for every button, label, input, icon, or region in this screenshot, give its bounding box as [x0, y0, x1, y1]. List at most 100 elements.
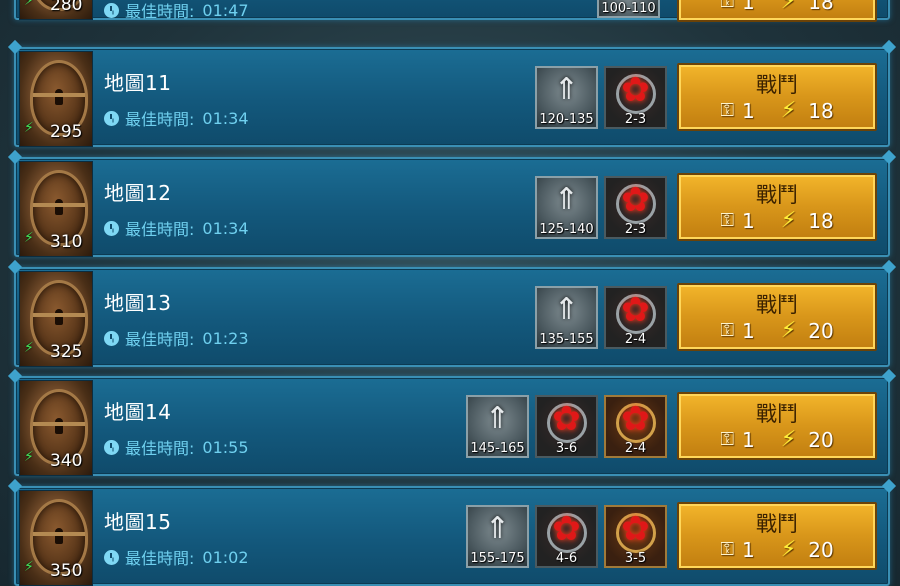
enemy-requirement[interactable]: ✿ 2-3	[604, 176, 667, 239]
level-chevron-icon: ⇑	[484, 401, 511, 436]
map-power: 310	[50, 232, 83, 252]
best-time-value: 01:02	[202, 547, 249, 567]
fight-cost: ⚿ 1 ⚡ 20	[679, 537, 875, 562]
key-cost: 1	[742, 0, 755, 14]
enemy-count: 2-3	[624, 222, 647, 237]
level-requirement[interactable]: ⇑ 145-165	[466, 395, 529, 458]
fight-label: 戰鬥	[756, 402, 798, 426]
fight-button[interactable]: 戰鬥 ⚿ 1 ⚡ 20	[677, 502, 877, 570]
enemy-requirement[interactable]: ✿ 2-4	[604, 286, 667, 349]
map-portrait: ⚡ 325	[19, 271, 93, 367]
best-time-label: 最佳時間:	[125, 549, 195, 568]
level-chevron-icon: ⇑	[553, 292, 580, 327]
enemy-count: 3-5	[624, 551, 647, 566]
lightning-bolt-icon: ⚡	[780, 427, 797, 452]
red-flower-enemy-icon: ✿	[621, 70, 650, 110]
fight-button[interactable]: 戰鬥 ⚿ 1 ⚡ 20	[677, 392, 877, 460]
map-power: 325	[50, 342, 83, 362]
requirement-icons: ⇑ 145-165 ✿ 3-6 ✿ 2-4	[466, 395, 667, 458]
map-row[interactable]: ⚡ 325 地圖13 最佳時間: 01:23 ⇑ 135-155 ✿ 2-4 戰…	[14, 267, 890, 367]
map-row[interactable]: ⚡ 310 地圖12 最佳時間: 01:34 ⇑ 125-140 ✿ 2-3 戰…	[14, 157, 890, 257]
fight-cost: ⚿ 1 ⚡ 20	[679, 427, 875, 452]
best-time: 最佳時間: 01:55	[104, 435, 249, 459]
enemy-requirement[interactable]: ✿ 3-6	[535, 395, 598, 458]
map-power: 295	[50, 122, 83, 142]
map-row[interactable]: ⚡ 340 地圖14 最佳時間: 01:55 ⇑ 145-165 ✿ 3-6 ✿…	[14, 376, 890, 476]
level-chevron-icon: ⇑	[553, 72, 580, 107]
fight-button[interactable]: 戰鬥 ⚿ 1 ⚡ 18	[677, 173, 877, 241]
fight-cost: ⚿ 1 ⚡ 18	[679, 208, 875, 233]
best-time-label: 最佳時間:	[125, 330, 195, 349]
fight-cost: ⚿ 1 ⚡ 20	[679, 318, 875, 343]
enemy-count: 4-6	[555, 551, 578, 566]
map-power: 350	[50, 561, 83, 581]
key-icon: ⚿	[720, 0, 735, 12]
energy-cost: 20	[808, 537, 834, 562]
clock-icon	[104, 330, 119, 346]
lightning-bolt-icon: ⚡	[780, 98, 797, 123]
key-cost: 1	[742, 318, 755, 343]
lightning-bolt-icon: ⚡	[780, 537, 797, 562]
fight-button[interactable]: 戰鬥 ⚿ 1 ⚡ 18	[677, 63, 877, 131]
power-bolt-icon: ⚡	[24, 0, 34, 9]
level-requirement[interactable]: ⇑ 125-140	[535, 176, 598, 239]
level-chevron-icon: ⇑	[553, 182, 580, 217]
red-flower-enemy-icon: ✿	[552, 509, 581, 549]
enemy-requirement[interactable]: ✿ 4-6	[535, 505, 598, 568]
clock-icon	[104, 549, 119, 565]
map-title: 地圖11	[104, 71, 172, 95]
energy-cost: 18	[808, 0, 834, 14]
energy-cost: 20	[808, 318, 834, 343]
key-cost: 1	[742, 427, 755, 452]
level-requirement[interactable]: ⇑ 135-155	[535, 286, 598, 349]
power-bolt-icon: ⚡	[24, 120, 34, 136]
requirement-icons: ⇑ 120-135 ✿ 2-3	[535, 66, 667, 129]
enemy-requirement[interactable]: ✿ 3-5	[604, 505, 667, 568]
map-row-partial[interactable]: ⚡ 280 最佳時間: 01:47 100-110 ⚿ 1 ⚡ 18	[14, 0, 890, 22]
fight-label: 戰鬥	[756, 73, 798, 97]
map-power: 340	[50, 451, 83, 471]
fight-label: 戰鬥	[756, 512, 798, 536]
level-range: 135-155	[539, 332, 594, 347]
best-time: 最佳時間: 01:34	[104, 216, 249, 240]
enemy-requirement[interactable]: ✿ 2-3	[604, 66, 667, 129]
fight-button[interactable]: ⚿ 1 ⚡ 18	[677, 0, 877, 22]
power-bolt-icon: ⚡	[24, 340, 34, 356]
gold-flower-enemy-icon: ✿	[621, 399, 650, 439]
level-range: 125-140	[539, 222, 594, 237]
fight-button[interactable]: 戰鬥 ⚿ 1 ⚡ 20	[677, 283, 877, 351]
best-time: 最佳時間: 01:34	[104, 106, 249, 130]
requirement-icons: 100-110	[597, 0, 660, 18]
key-cost: 1	[742, 98, 755, 123]
enemy-count: 2-4	[624, 441, 647, 456]
gold-flower-enemy-icon: ✿	[621, 509, 650, 549]
level-requirement[interactable]: ⇑ 155-175	[466, 505, 529, 568]
best-time-label: 最佳時間:	[125, 110, 195, 129]
level-requirement[interactable]: 100-110	[597, 0, 660, 18]
map-row[interactable]: ⚡ 295 地圖11 最佳時間: 01:34 ⇑ 120-135 ✿ 2-3 戰…	[14, 47, 890, 147]
key-cost: 1	[742, 537, 755, 562]
map-portrait: ⚡ 310	[19, 161, 93, 257]
key-icon: ⚿	[720, 429, 735, 450]
map-row[interactable]: ⚡ 350 地圖15 最佳時間: 01:02 ⇑ 155-175 ✿ 4-6 ✿…	[14, 486, 890, 586]
best-time-label: 最佳時間:	[125, 220, 195, 239]
fight-label: 戰鬥	[756, 183, 798, 207]
map-portrait: ⚡ 280	[19, 0, 93, 20]
level-range: 100-110	[601, 1, 656, 16]
enemy-requirement[interactable]: ✿ 2-4	[604, 395, 667, 458]
energy-cost: 20	[808, 427, 834, 452]
requirement-icons: ⇑ 155-175 ✿ 4-6 ✿ 3-5	[466, 505, 667, 568]
level-requirement[interactable]: ⇑ 120-135	[535, 66, 598, 129]
energy-cost: 18	[808, 208, 834, 233]
map-portrait: ⚡ 340	[19, 380, 93, 476]
best-time-value: 01:23	[202, 328, 249, 348]
best-time-label: 最佳時間:	[125, 2, 195, 21]
enemy-count: 2-4	[624, 332, 647, 347]
level-range: 120-135	[539, 112, 594, 127]
red-flower-enemy-icon: ✿	[552, 399, 581, 439]
map-portrait: ⚡ 350	[19, 490, 93, 586]
red-flower-enemy-icon: ✿	[621, 290, 650, 330]
key-icon: ⚿	[720, 539, 735, 560]
key-icon: ⚿	[720, 320, 735, 341]
level-chevron-icon: ⇑	[484, 511, 511, 546]
